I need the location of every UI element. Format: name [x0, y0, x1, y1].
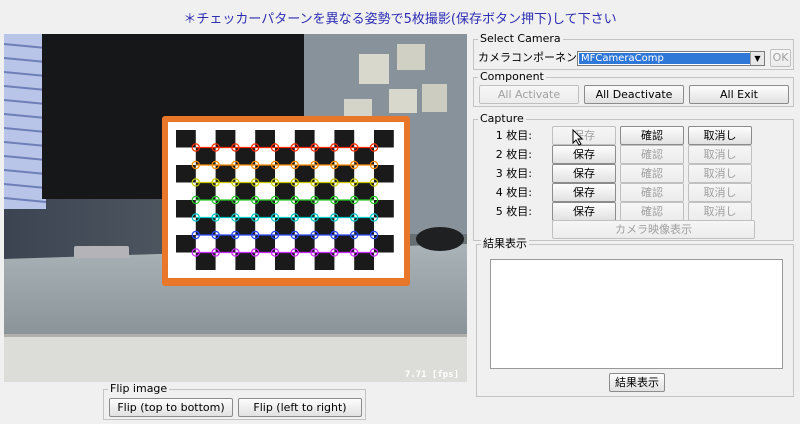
capture-row-1-label: 1 枚目:: [495, 129, 532, 142]
camera-component-label: カメラコンポーネント: [478, 51, 588, 64]
flip-left-right-button[interactable]: Flip (left to right): [238, 398, 362, 417]
select-camera-legend: Select Camera: [478, 32, 563, 46]
confirm-button-2[interactable]: 確認: [620, 145, 684, 164]
cancel-button-4[interactable]: 取消し: [688, 183, 752, 202]
confirm-button-3[interactable]: 確認: [620, 164, 684, 183]
save-button-3[interactable]: 保存: [552, 164, 616, 183]
all-deactivate-button[interactable]: All Deactivate: [584, 85, 684, 104]
result-legend: 結果表示: [481, 237, 529, 251]
ok-button[interactable]: OK: [770, 49, 791, 67]
cancel-button-3[interactable]: 取消し: [688, 164, 752, 183]
camera-preview: 7.71 [fps]: [4, 34, 467, 382]
flip-top-bottom-button[interactable]: Flip (top to bottom): [109, 398, 233, 417]
camera-scene: [4, 34, 467, 382]
component-group: Component All Activate All Deactivate Al…: [473, 70, 794, 107]
component-legend: Component: [478, 70, 546, 84]
confirm-button-4[interactable]: 確認: [620, 183, 684, 202]
mouse-object: [416, 227, 464, 251]
cancel-button-5[interactable]: 取消し: [688, 202, 752, 221]
flip-image-group: Flip image Flip (top to bottom) Flip (le…: [103, 382, 366, 420]
confirm-button-5[interactable]: 確認: [620, 202, 684, 221]
result-group: 結果表示 結果表示: [476, 237, 794, 397]
confirm-button-1[interactable]: 確認: [620, 126, 684, 145]
capture-group: Capture 1 枚目: 保存 確認 取消し 2 枚目: 保存 確認 取消し …: [473, 112, 794, 241]
capture-row-5-label: 5 枚目:: [495, 205, 532, 218]
camera-component-value: MFCameraComp: [579, 53, 750, 64]
camera-component-select[interactable]: MFCameraComp ▼: [577, 51, 765, 66]
cancel-button-1[interactable]: 取消し: [688, 126, 752, 145]
show-camera-button[interactable]: カメラ映像表示: [552, 220, 755, 239]
chessboard: [162, 116, 410, 286]
result-textarea[interactable]: [490, 259, 783, 369]
save-button-2[interactable]: 保存: [552, 145, 616, 164]
flip-image-legend: Flip image: [108, 382, 170, 396]
save-button-1[interactable]: 保存: [552, 126, 616, 145]
show-result-button[interactable]: 結果表示: [609, 373, 665, 392]
all-exit-button[interactable]: All Exit: [689, 85, 789, 104]
capture-row-4-label: 4 枚目:: [495, 186, 532, 199]
capture-row-2-label: 2 枚目:: [495, 148, 532, 161]
window-blinds: [4, 34, 47, 209]
fps-readout: 7.71 [fps]: [404, 370, 459, 380]
save-button-4[interactable]: 保存: [552, 183, 616, 202]
cancel-button-2[interactable]: 取消し: [688, 145, 752, 164]
all-activate-button[interactable]: All Activate: [479, 85, 579, 104]
mouse-cursor-icon: [572, 129, 584, 146]
capture-legend: Capture: [478, 112, 526, 126]
instruction-text: ＊チェッカーパターンを異なる姿勢で5枚撮影(保存ボタン押下)して下さい: [183, 12, 617, 27]
save-button-5[interactable]: 保存: [552, 202, 616, 221]
capture-row-3-label: 3 枚目:: [495, 167, 532, 180]
select-camera-group: Select Camera カメラコンポーネント MFCameraComp ▼ …: [473, 32, 794, 70]
chevron-down-icon[interactable]: ▼: [750, 52, 764, 65]
